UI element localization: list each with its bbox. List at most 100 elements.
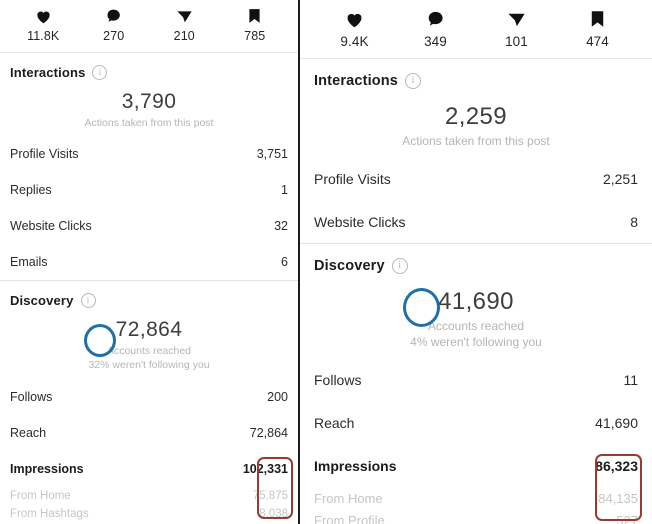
right-interactions-caption: Actions taken from this post bbox=[402, 134, 550, 148]
table-row[interactable]: Replies 1 bbox=[10, 172, 288, 208]
row-value: 72,864 bbox=[249, 425, 288, 440]
right-shares-count: 101 bbox=[505, 34, 528, 49]
left-discovery-header: Discovery i bbox=[10, 281, 288, 312]
row-label: From Home bbox=[10, 489, 71, 502]
left-interactions-rows: Profile Visits 3,751 Replies 1 Website C… bbox=[10, 136, 288, 280]
right-discovery-section: Discovery i 41,690 Accounts reached 4% w… bbox=[300, 244, 652, 524]
row-value: 32 bbox=[274, 219, 288, 234]
table-row[interactable]: Profile Visits 3,751 bbox=[10, 136, 288, 172]
row-value: 8,038 bbox=[259, 507, 288, 520]
heart-icon bbox=[35, 6, 52, 26]
row-label: Impressions bbox=[10, 461, 84, 476]
insights-comparison: 11.8K 270 210 785 Interactions i 3,790 A… bbox=[0, 0, 652, 524]
left-interactions-title: Interactions bbox=[10, 65, 86, 80]
right-shares-stat[interactable]: 101 bbox=[476, 8, 557, 49]
row-value: 86,323 bbox=[595, 458, 638, 475]
info-icon[interactable]: i bbox=[405, 73, 421, 89]
right-likes-count: 9.4K bbox=[340, 34, 369, 49]
caption-line-2: 4% weren't following you bbox=[410, 335, 542, 350]
left-saves-count: 785 bbox=[244, 29, 266, 43]
left-interactions-section: Interactions i 3,790 Actions taken from … bbox=[0, 53, 298, 280]
bookmark-icon bbox=[589, 8, 606, 30]
table-row[interactable]: Impressions 86,323 bbox=[314, 445, 638, 488]
info-icon[interactable]: i bbox=[80, 293, 96, 309]
right-comments-stat[interactable]: 349 bbox=[395, 8, 476, 49]
row-value: 6 bbox=[281, 255, 288, 270]
row-value: 102,331 bbox=[242, 461, 288, 476]
row-label: Reach bbox=[314, 415, 355, 432]
left-engagement-bar: 11.8K 270 210 785 bbox=[0, 0, 298, 52]
caption-line-1: Accounts reached bbox=[427, 319, 525, 334]
share-icon bbox=[507, 8, 526, 30]
left-discovery-hero: 72,864 Accounts reached 32% weren't foll… bbox=[10, 312, 288, 378]
right-likes-stat[interactable]: 9.4K bbox=[314, 8, 395, 49]
bookmark-icon bbox=[247, 6, 262, 26]
right-interactions-section: Interactions i 2,259 Actions taken from … bbox=[300, 59, 652, 243]
right-discovery-rows: Follows 11 Reach 41,690 Impressions 86,3… bbox=[314, 359, 638, 524]
row-value: 3,751 bbox=[256, 147, 288, 162]
row-value: 75,875 bbox=[252, 489, 288, 502]
right-interactions-header: Interactions i bbox=[314, 59, 638, 95]
right-nonfollower-percent: 4% bbox=[410, 335, 428, 350]
left-discovery-total: 72,864 bbox=[115, 318, 183, 342]
right-interactions-hero: 2,259 Actions taken from this post bbox=[314, 95, 638, 157]
comment-icon bbox=[105, 6, 122, 26]
info-icon[interactable]: i bbox=[391, 258, 408, 275]
table-row[interactable]: Follows 11 bbox=[314, 359, 638, 402]
left-post-insights-panel: 11.8K 270 210 785 Interactions i 3,790 A… bbox=[0, 0, 300, 524]
table-row: From Hashtags 8,038 bbox=[10, 505, 288, 523]
row-label: Profile Visits bbox=[10, 147, 79, 162]
share-icon bbox=[176, 6, 193, 26]
left-shares-stat[interactable]: 210 bbox=[149, 6, 220, 43]
table-row[interactable]: Follows 200 bbox=[10, 379, 288, 415]
table-row[interactable]: Website Clicks 32 bbox=[10, 208, 288, 244]
info-icon[interactable]: i bbox=[92, 65, 108, 80]
row-value: 41,690 bbox=[595, 415, 638, 432]
table-row[interactable]: Reach 72,864 bbox=[10, 415, 288, 451]
left-comments-stat[interactable]: 270 bbox=[79, 6, 150, 43]
right-interactions-rows: Profile Visits 2,251 Website Clicks 8 bbox=[314, 157, 638, 243]
table-row[interactable]: Profile Visits 2,251 bbox=[314, 157, 638, 200]
table-row[interactable]: Emails 6 bbox=[10, 244, 288, 280]
row-value: 84,135 bbox=[598, 491, 638, 507]
row-value: 2,251 bbox=[602, 170, 638, 187]
row-label: From Home bbox=[314, 491, 383, 507]
table-row: From Home 75,875 bbox=[10, 487, 288, 505]
right-comments-count: 349 bbox=[424, 34, 447, 49]
left-interactions-total: 3,790 bbox=[121, 90, 177, 113]
right-saves-stat[interactable]: 474 bbox=[557, 8, 638, 49]
row-label: Website Clicks bbox=[314, 213, 406, 230]
row-label: Follows bbox=[10, 389, 53, 404]
right-saves-count: 474 bbox=[586, 34, 609, 49]
row-label: From Hashtags bbox=[10, 507, 89, 520]
left-interactions-caption: Actions taken from this post bbox=[84, 117, 214, 129]
left-comments-count: 270 bbox=[103, 29, 125, 43]
row-label: Replies bbox=[10, 183, 52, 198]
table-row[interactable]: Reach 41,690 bbox=[314, 402, 638, 445]
left-shares-count: 210 bbox=[173, 29, 195, 43]
left-likes-count: 11.8K bbox=[27, 29, 60, 43]
left-discovery-rows: Follows 200 Reach 72,864 Impressions 102… bbox=[10, 379, 288, 524]
row-label: Website Clicks bbox=[10, 219, 92, 234]
right-interactions-title: Interactions bbox=[314, 73, 398, 89]
left-nonfollower-percent: 32% bbox=[88, 359, 110, 372]
table-row[interactable]: Impressions 102,331 bbox=[10, 451, 288, 487]
left-saves-stat[interactable]: 785 bbox=[220, 6, 291, 43]
left-discovery-title: Discovery bbox=[10, 293, 74, 309]
heart-icon bbox=[345, 8, 364, 30]
row-label: Reach bbox=[10, 425, 47, 440]
row-value: 1 bbox=[281, 183, 288, 198]
row-label: Profile Visits bbox=[314, 170, 391, 187]
row-value: 8 bbox=[630, 213, 638, 230]
row-label: Impressions bbox=[314, 458, 397, 475]
row-label: Follows bbox=[314, 372, 362, 389]
row-label: Emails bbox=[10, 255, 48, 270]
table-row[interactable]: Website Clicks 8 bbox=[314, 200, 638, 243]
right-discovery-total: 41,690 bbox=[438, 288, 514, 316]
left-interactions-hero: 3,790 Actions taken from this post bbox=[10, 84, 288, 136]
left-likes-stat[interactable]: 11.8K bbox=[8, 6, 79, 43]
row-value: 200 bbox=[267, 389, 288, 404]
right-discovery-header: Discovery i bbox=[314, 244, 638, 280]
right-discovery-caption: Accounts reached 4% weren't following yo… bbox=[314, 318, 638, 350]
caption-line-2: 32% weren't following you bbox=[88, 359, 210, 372]
